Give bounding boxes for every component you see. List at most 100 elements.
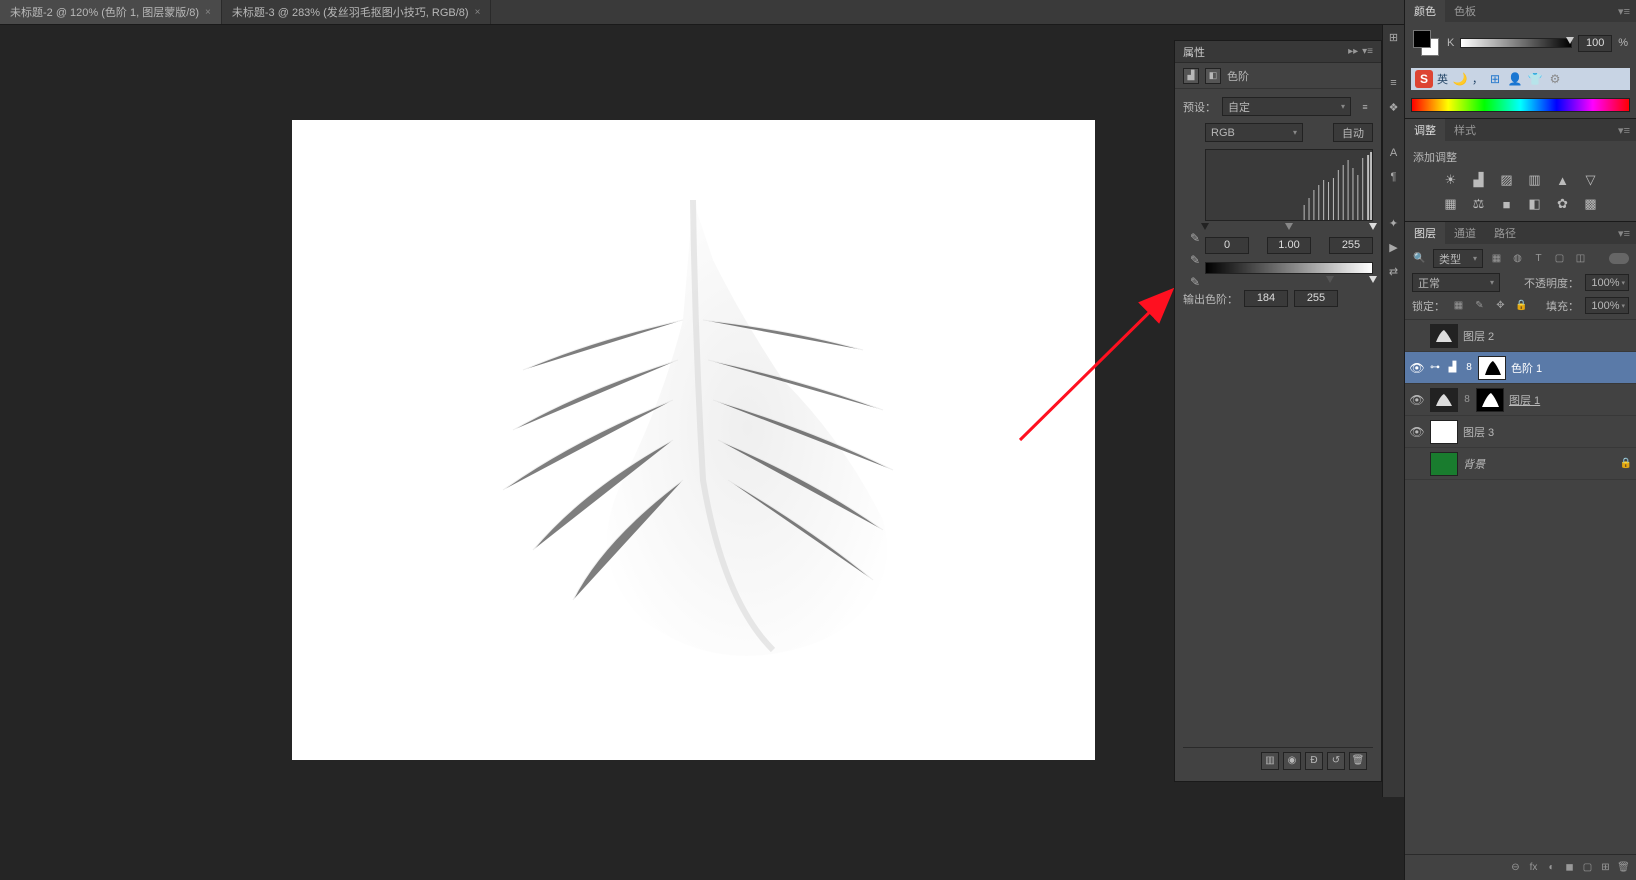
paragraph-panel-icon[interactable]: ¶ <box>1386 169 1402 185</box>
ime-toolbar[interactable]: S 英 🌙 ， ⊞ 👤 👕 ⚙ <box>1411 68 1630 90</box>
tab-paths[interactable]: 路径 <box>1485 222 1525 244</box>
panel-menu-icon[interactable]: ▾≡ <box>1612 5 1636 18</box>
panel-icon[interactable]: ⊞ <box>1386 29 1402 45</box>
photo-filter-icon[interactable]: ■ <box>1497 195 1517 213</box>
white-slider[interactable] <box>1369 223 1377 230</box>
add-mask-icon[interactable]: ◐ <box>1544 860 1559 875</box>
gray-slider[interactable] <box>1285 223 1293 230</box>
lock-all-icon[interactable]: 🔒 <box>1514 298 1529 313</box>
character-panel-icon[interactable]: A <box>1386 145 1402 161</box>
adjust-filter-icon[interactable]: ◍ <box>1510 251 1525 266</box>
panel-icon[interactable]: ▶ <box>1386 239 1402 255</box>
output-low-slider[interactable] <box>1326 276 1334 283</box>
preset-select[interactable]: 自定 ▾ <box>1222 97 1351 116</box>
invert-icon[interactable]: ▩ <box>1581 195 1601 213</box>
k-value-field[interactable]: 100 <box>1578 35 1612 52</box>
auto-button[interactable]: 自动 <box>1333 123 1373 142</box>
panel-icon[interactable]: ❖ <box>1386 99 1402 115</box>
opacity-field[interactable]: 100%▾ <box>1585 274 1629 291</box>
visibility-toggle[interactable] <box>1409 328 1425 344</box>
keyboard-icon[interactable]: ⊞ <box>1487 71 1503 87</box>
hue-strip[interactable] <box>1411 98 1630 112</box>
slider-thumb[interactable] <box>1566 37 1574 44</box>
exposure-icon[interactable]: ▥ <box>1525 171 1545 189</box>
link-icon[interactable]: 8 <box>1465 360 1473 375</box>
output-sliders[interactable] <box>1205 276 1373 284</box>
layer-name[interactable]: 背景 <box>1463 456 1615 472</box>
panel-icon[interactable]: ≡ <box>1386 75 1402 91</box>
view-previous-icon[interactable]: ◉ <box>1283 752 1301 770</box>
moon-icon[interactable]: 🌙 <box>1452 71 1468 87</box>
histogram[interactable] <box>1205 149 1373 221</box>
output-gradient[interactable] <box>1205 262 1373 274</box>
output-low-field[interactable]: 184 <box>1244 290 1288 307</box>
layer-name[interactable]: 图层 2 <box>1463 328 1632 344</box>
layer-row[interactable]: 图层 2 <box>1405 320 1636 352</box>
fill-field[interactable]: 100%▾ <box>1585 297 1629 314</box>
layer-name[interactable]: 图层 1 <box>1509 392 1632 408</box>
layer-thumbnail[interactable] <box>1430 452 1458 476</box>
layer-row[interactable]: 👁 图层 3 <box>1405 416 1636 448</box>
panel-menu-icon[interactable]: ▾≡ <box>1612 227 1636 240</box>
ime-lang[interactable]: 英 <box>1437 71 1448 87</box>
visibility-toggle[interactable]: 👁 <box>1409 424 1425 440</box>
document-tab[interactable]: 未标题-3 @ 283% (发丝羽毛抠图小技巧, RGB/8) × <box>222 0 492 24</box>
curves-icon[interactable]: ▨ <box>1497 171 1517 189</box>
mask-thumbnail[interactable] <box>1478 356 1506 380</box>
blend-mode-select[interactable]: 正常▾ <box>1412 273 1500 292</box>
layer-fx-icon[interactable]: fx <box>1526 860 1541 875</box>
output-high-slider[interactable] <box>1369 276 1377 283</box>
black-point-eyedropper-icon[interactable]: ✎ <box>1190 231 1206 247</box>
output-high-field[interactable]: 255 <box>1294 290 1338 307</box>
lock-transparent-icon[interactable]: ▦ <box>1451 298 1466 313</box>
layer-row[interactable]: 👁 8 图层 1 <box>1405 384 1636 416</box>
new-adjustment-icon[interactable]: ◼ <box>1562 860 1577 875</box>
brightness-icon[interactable]: ☀ <box>1441 171 1461 189</box>
preset-menu-icon[interactable]: ≡ <box>1357 99 1373 115</box>
visibility-toggle[interactable]: 👁 <box>1409 392 1425 408</box>
layer-name[interactable]: 图层 3 <box>1463 424 1632 440</box>
input-white-field[interactable]: 255 <box>1329 237 1373 254</box>
link-layers-icon[interactable]: ⊖ <box>1508 860 1523 875</box>
foreground-color-swatch[interactable] <box>1413 30 1431 48</box>
channel-select[interactable]: RGB ▾ <box>1205 123 1303 142</box>
visibility-toggle[interactable] <box>1409 456 1425 472</box>
panel-menu-icon[interactable]: ▾≡ <box>1612 124 1636 137</box>
document-tab[interactable]: 未标题-2 @ 120% (色阶 1, 图层蒙版/8) × <box>0 0 222 24</box>
tab-swatches[interactable]: 色板 <box>1445 0 1485 22</box>
delete-icon[interactable]: 🗑 <box>1349 752 1367 770</box>
hue-sat-icon[interactable]: ▽ <box>1581 171 1601 189</box>
document-canvas[interactable] <box>292 120 1095 760</box>
panel-icon[interactable]: ✦ <box>1386 215 1402 231</box>
tab-layers[interactable]: 图层 <box>1405 222 1445 244</box>
layer-thumbnail[interactable] <box>1430 324 1458 348</box>
visibility-toggle[interactable]: 👁 <box>1409 360 1425 376</box>
smart-filter-icon[interactable]: ◫ <box>1573 251 1588 266</box>
input-sliders[interactable] <box>1205 223 1373 231</box>
input-black-field[interactable]: 0 <box>1205 237 1249 254</box>
lock-pixels-icon[interactable]: ✎ <box>1472 298 1487 313</box>
close-icon[interactable]: × <box>205 7 211 18</box>
tab-adjustments[interactable]: 调整 <box>1405 119 1445 141</box>
tab-color[interactable]: 颜色 <box>1405 0 1445 22</box>
pixel-filter-icon[interactable]: ▦ <box>1489 251 1504 266</box>
gray-point-eyedropper-icon[interactable]: ✎ <box>1190 253 1206 269</box>
layer-row[interactable]: 👁 ⊶ ▟ 8 色阶 1 <box>1405 352 1636 384</box>
white-point-eyedropper-icon[interactable]: ✎ <box>1190 275 1206 291</box>
link-icon[interactable]: 8 <box>1463 392 1471 407</box>
bw-icon[interactable]: ⚖ <box>1469 195 1489 213</box>
new-group-icon[interactable]: ▢ <box>1580 860 1595 875</box>
filter-icon[interactable]: 🔍 <box>1412 251 1427 266</box>
new-layer-icon[interactable]: ⊞ <box>1598 860 1613 875</box>
lock-position-icon[interactable]: ✥ <box>1493 298 1508 313</box>
close-icon[interactable]: × <box>475 7 481 18</box>
tab-styles[interactable]: 样式 <box>1445 119 1485 141</box>
vibrance-icon[interactable]: ▲ <box>1553 171 1573 189</box>
user-icon[interactable]: 👤 <box>1507 71 1523 87</box>
black-slider[interactable] <box>1201 223 1209 230</box>
mask-icon[interactable]: ◧ <box>1205 68 1221 84</box>
panel-header[interactable]: 属性 ▸▸ ▾≡ <box>1175 41 1381 63</box>
ime-comma[interactable]: ， <box>1472 71 1483 87</box>
filter-kind-select[interactable]: 类型▾ <box>1433 249 1483 268</box>
layer-thumbnail[interactable] <box>1430 388 1458 412</box>
